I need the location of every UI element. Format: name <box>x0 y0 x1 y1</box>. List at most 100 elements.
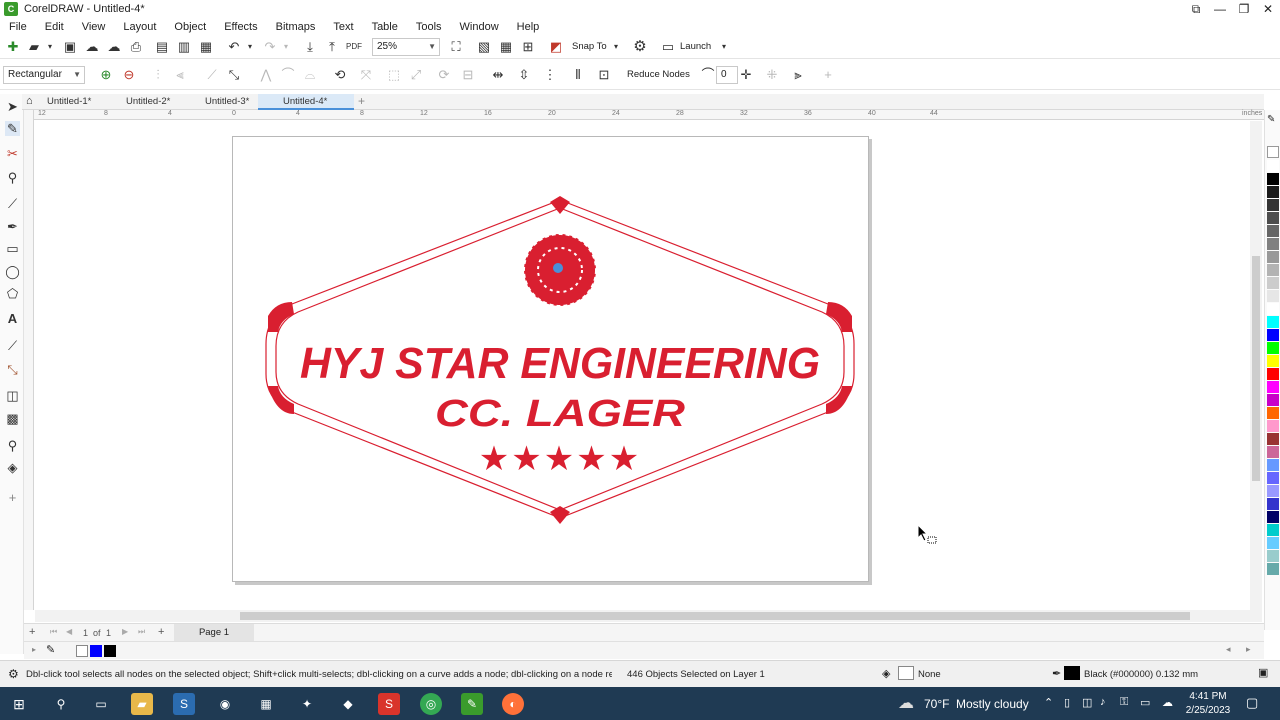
undo-dropdown-icon[interactable]: ▾ <box>242 39 258 55</box>
windows-start-icon[interactable]: ⊞ <box>8 693 30 715</box>
file-explorer-icon[interactable]: ▰ <box>131 693 153 715</box>
palette-swatch[interactable] <box>1267 537 1279 549</box>
reduce-nodes-button[interactable]: Reduce Nodes <box>627 69 690 80</box>
extract-subpath-icon[interactable]: ⬚ <box>386 67 402 83</box>
minimize-button[interactable]: — <box>1208 0 1232 18</box>
palette-swatch[interactable] <box>1267 420 1279 432</box>
first-page-icon[interactable]: ⏮ <box>50 627 57 637</box>
palette-swatch[interactable] <box>1267 212 1279 224</box>
add-toolbar-item-icon[interactable]: + <box>820 67 836 83</box>
page-1-tab[interactable]: Page 1 <box>174 624 254 641</box>
horizontal-scroll-thumb[interactable] <box>240 612 1190 620</box>
menu-edit[interactable]: Edit <box>36 21 73 33</box>
tab-untitled-3[interactable]: Untitled-3* <box>180 94 260 110</box>
palette-swatch[interactable] <box>1267 511 1279 523</box>
palette-swatch[interactable] <box>1267 225 1279 237</box>
fill-icon[interactable]: ◈ <box>882 667 890 680</box>
undo-icon[interactable]: ↶ <box>226 39 242 55</box>
palette-swatch[interactable] <box>1267 368 1279 380</box>
node-tracking-icon[interactable]: ⫸ <box>790 67 806 83</box>
connector-tool-icon[interactable]: ⤡ <box>5 362 20 377</box>
show-grid-icon[interactable]: ▦ <box>498 39 514 55</box>
notifications-icon[interactable]: ▢ <box>1246 695 1258 711</box>
menu-table[interactable]: Table <box>363 21 407 33</box>
align-nodes-icon[interactable]: ⊟ <box>460 67 476 83</box>
outline-pen-icon[interactable]: ✒ <box>1052 667 1061 680</box>
cloud-sync-icon[interactable]: ☁ <box>106 39 122 55</box>
options-gear-icon[interactable]: ⚙ <box>632 39 648 55</box>
app-globe-icon[interactable]: ◉ <box>214 693 236 715</box>
horizontal-scrollbar[interactable] <box>35 610 1262 622</box>
delete-node-icon[interactable]: ⊖ <box>121 67 137 83</box>
zoom-level-combo[interactable]: 25% ▼ <box>372 38 440 56</box>
smoothness-slider-icon[interactable]: ✛ <box>738 67 754 83</box>
tray-battery-icon[interactable]: ▭ <box>1140 696 1150 709</box>
palette-swatch[interactable] <box>1267 329 1279 341</box>
add-node-icon[interactable]: ⊕ <box>98 67 114 83</box>
extend-curve-icon[interactable]: ⤧ <box>358 67 374 83</box>
launch-dropdown-icon[interactable]: ▾ <box>716 39 732 55</box>
palette-swatch[interactable] <box>1267 186 1279 198</box>
redo-dropdown-icon[interactable]: ▾ <box>278 39 294 55</box>
search-icon[interactable]: ⚲ <box>50 693 72 715</box>
drop-shadow-icon[interactable]: ◫ <box>5 388 20 403</box>
reduce-nodes-icon[interactable]: ⊡ <box>596 67 612 83</box>
polygon-tool-icon[interactable]: ⬠ <box>5 286 20 301</box>
elastic-mode-icon[interactable]: ⋮ <box>542 67 558 83</box>
pick-tool-icon[interactable]: ➤ <box>5 99 20 114</box>
fill-swatch[interactable] <box>898 666 914 680</box>
coreldraw-taskbar-icon[interactable]: ✎ <box>461 693 483 715</box>
prev-page-icon[interactable]: ◀ <box>66 627 72 636</box>
print-icon[interactable]: ⎙ <box>128 39 144 55</box>
transparency-icon[interactable]: ▩ <box>5 411 20 426</box>
palette-swatch[interactable] <box>1267 459 1279 471</box>
reflect-vertical-icon[interactable]: ⇳ <box>516 67 532 83</box>
selection-mode-combo[interactable]: Rectangular ▼ <box>3 66 85 84</box>
palette-swatch[interactable] <box>1267 173 1279 185</box>
tab-untitled-4[interactable]: Untitled-4* <box>258 94 354 110</box>
next-page-icon[interactable]: ▶ <box>122 627 128 636</box>
palette-swatch[interactable] <box>1267 264 1279 276</box>
curve-smoothness-icon[interactable]: ⌒ <box>700 67 716 83</box>
export-icon[interactable]: ⤒ <box>324 39 340 55</box>
new-tab-icon[interactable]: + <box>358 94 365 108</box>
new-document-icon[interactable]: ✚ <box>5 39 21 55</box>
doc-swatch-none[interactable] <box>76 645 88 657</box>
open-dropdown-icon[interactable]: ▾ <box>42 39 58 55</box>
doc-palette-eyedropper-icon[interactable]: ✎ <box>46 643 55 656</box>
pdf-export-icon[interactable]: PDF <box>346 39 362 55</box>
palette-swatch[interactable] <box>1267 563 1279 575</box>
menu-view[interactable]: View <box>73 21 115 33</box>
reverse-direction-icon[interactable]: ⟲ <box>332 67 348 83</box>
vertical-scroll-thumb[interactable] <box>1252 256 1260 481</box>
menu-file[interactable]: File <box>0 21 36 33</box>
palette-swatch[interactable] <box>1267 550 1279 562</box>
close-button[interactable]: ✕ <box>1256 0 1280 18</box>
redo-icon[interactable]: ↷ <box>262 39 278 55</box>
rotate-nodes-icon[interactable]: ⟳ <box>436 67 452 83</box>
snap-to-label[interactable]: Snap To <box>572 41 607 52</box>
snap-dropdown-icon[interactable]: ▾ <box>608 39 624 55</box>
outline-swatch[interactable] <box>1064 666 1080 680</box>
text-tool-icon[interactable]: A <box>5 311 20 326</box>
stretch-nodes-icon[interactable]: ⤢ <box>408 67 424 83</box>
parallel-dimension-icon[interactable]: ⟋ <box>5 338 20 353</box>
menu-text[interactable]: Text <box>324 21 362 33</box>
palette-swatch[interactable] <box>1267 199 1279 211</box>
selection-mode-dropdown-icon[interactable]: ▼ <box>73 67 81 83</box>
freehand-tool-icon[interactable]: ⟋ <box>5 196 20 211</box>
interactive-fill-icon[interactable]: ◈ <box>5 460 20 475</box>
palette-swatch[interactable] <box>1267 524 1279 536</box>
show-rulers-icon[interactable]: ▧ <box>476 39 492 55</box>
palette-swatch[interactable] <box>1267 433 1279 445</box>
ellipse-tool-icon[interactable]: ◯ <box>5 264 20 279</box>
select-all-nodes-icon[interactable]: ⫴ <box>570 67 586 83</box>
copy-icon[interactable]: ▥ <box>176 39 192 55</box>
tray-chevron-icon[interactable]: ⌃ <box>1044 696 1053 709</box>
add-page-before-icon[interactable]: + <box>29 626 35 638</box>
tray-onedrive-icon[interactable]: ☁ <box>1162 696 1173 709</box>
tray-device-icon[interactable]: ▯ <box>1064 696 1070 709</box>
eyedropper-palette-icon[interactable]: ✎ <box>1267 114 1275 125</box>
restore-icon[interactable]: ⧉ <box>1184 0 1208 18</box>
app-red-s-icon[interactable]: S <box>378 693 400 715</box>
